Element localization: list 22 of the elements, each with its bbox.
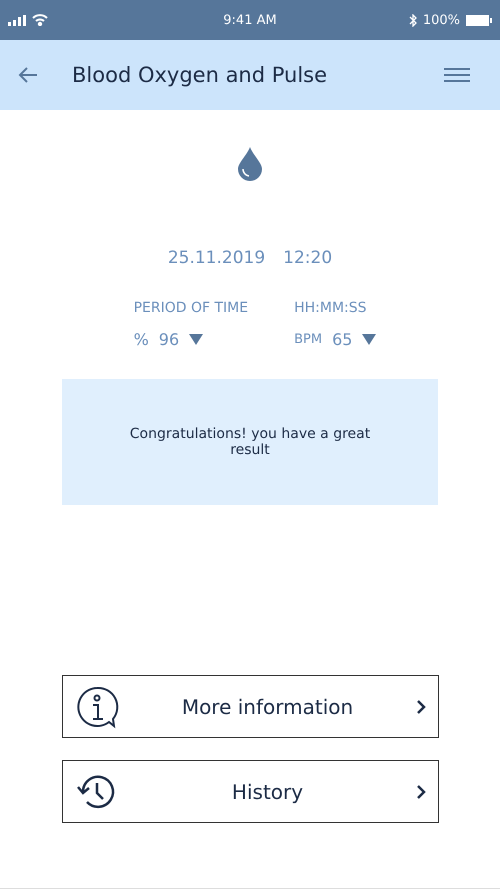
signal-icon	[8, 14, 26, 26]
bluetooth-icon	[408, 14, 417, 26]
info-bubble-icon	[74, 684, 118, 728]
chevron-right-icon	[416, 700, 426, 714]
dropdown-caret-icon	[362, 334, 376, 345]
column-label: PERIOD OF TIME	[134, 300, 248, 316]
wifi-icon	[32, 14, 48, 26]
battery-percent: 100%	[422, 12, 460, 28]
dropdown-caret-icon	[189, 334, 204, 345]
reading-time: 12:20	[283, 248, 332, 268]
nav-button[interactable]: History	[62, 760, 438, 823]
chevron-right-icon	[416, 784, 426, 798]
column-label: HH:MM:SS	[294, 300, 368, 316]
page-title: Blood Oxygen and Pulse	[72, 63, 328, 87]
battery-icon	[466, 14, 492, 26]
back-arrow-icon[interactable]	[18, 67, 38, 83]
nav-button[interactable]: More information	[62, 675, 438, 738]
reading-date: 25.11.2019	[168, 248, 266, 268]
menu-icon[interactable]	[444, 68, 470, 82]
water-drop-icon	[238, 147, 262, 181]
status-time: 9:41 AM	[223, 12, 277, 28]
result-message: Congratulations! you have a great result	[128, 426, 372, 458]
